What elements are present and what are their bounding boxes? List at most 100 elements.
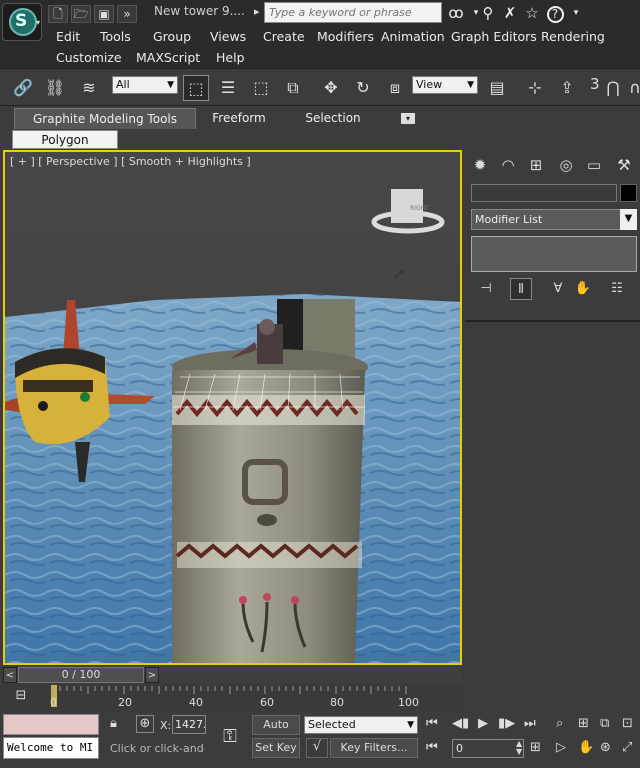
menu-maxscript[interactable]: MAXScript [136, 50, 200, 65]
ribbon-minimize-icon[interactable]: ▾ [401, 113, 415, 124]
menu-customize[interactable]: Customize [56, 50, 122, 65]
auto-key-button[interactable]: Auto Key [252, 715, 300, 749]
binoculars-icon[interactable]: ꝏ [446, 3, 466, 23]
configure-modifier-sets-icon[interactable]: ☷ [606, 278, 628, 300]
modifier-list-dropdown[interactable]: Modifier List [471, 209, 637, 230]
bind-to-space-warp-icon[interactable]: ≋ [76, 75, 102, 101]
select-and-scale-icon[interactable]: ⧈ [382, 75, 408, 101]
save-file-button[interactable]: ▣ [94, 5, 114, 23]
perspective-viewport[interactable]: RIGHT ⤢ [ + ] [ Perspective ] [ Smooth +… [3, 150, 462, 665]
show-end-result-icon[interactable]: ⫴ [510, 278, 532, 300]
zoom-extents-icon[interactable]: ⧉ [600, 716, 609, 731]
set-key-mode-icon[interactable]: ⚿ [212, 726, 248, 747]
current-frame-field[interactable]: 0 [452, 739, 524, 758]
track-bar[interactable]: ⊟ 0 20 40 60 80 100 [0, 684, 463, 712]
maximize-viewport-icon[interactable]: ⤢ [622, 740, 632, 755]
key-mode-toggle-icon[interactable]: ⏮ [426, 740, 438, 755]
expand-arrow-icon[interactable]: ▸ [254, 5, 260, 18]
key-icon[interactable]: ⚲ [478, 3, 498, 23]
key-selection-set-dropdown[interactable]: Selected ▼ [304, 716, 418, 734]
window-crossing-icon[interactable]: ⧉ [280, 75, 306, 101]
search-input[interactable] [264, 2, 442, 23]
maxscript-output[interactable]: Welcome to MI [3, 737, 99, 759]
pin-stack-icon[interactable]: ⊣ [475, 278, 497, 300]
remove-modifier-icon[interactable]: ✋ [572, 278, 594, 300]
menu-views[interactable]: Views [210, 29, 246, 44]
pan-view-icon[interactable]: ✋ [578, 740, 594, 755]
menu-modifiers[interactable]: Modifiers [317, 29, 374, 44]
maxscript-listener-input[interactable] [3, 714, 99, 735]
viewport-label-menu[interactable]: [ + ] [ Perspective ] [ Smooth + Highlig… [10, 155, 251, 168]
menu-create[interactable]: Create [263, 29, 305, 44]
favorites-star-icon[interactable]: ☆ [522, 3, 542, 23]
hierarchy-panel-icon[interactable]: ⊞ [523, 152, 549, 178]
next-frame-button[interactable]: > [145, 667, 159, 683]
menu-edit[interactable]: Edit [56, 29, 80, 44]
orbit-icon[interactable]: ⊛ [600, 740, 611, 755]
time-configuration-icon[interactable]: ⊞ [530, 740, 541, 755]
keyboard-shortcut-override-icon[interactable]: ⇪ [554, 75, 580, 101]
help-icon[interactable]: ? [545, 3, 565, 23]
chevron-down-icon[interactable]: ▼ [620, 209, 637, 230]
tab-graphite-modeling-tools[interactable]: Graphite Modeling Tools [14, 108, 196, 129]
zoom-extents-all-icon[interactable]: ⊡ [622, 716, 633, 731]
reference-coordinate-dropdown[interactable]: View ▼ [412, 76, 478, 94]
utilities-panel-icon[interactable]: ⚒ [611, 152, 637, 178]
open-mini-curve-editor-icon[interactable]: ⊟ [10, 688, 32, 706]
select-and-manipulate-icon[interactable]: ⊹ [522, 75, 548, 101]
set-key-button[interactable]: Set Key [252, 738, 300, 758]
help-dropdown-icon[interactable]: ▾ [566, 3, 586, 23]
menu-rendering[interactable]: Rendering [541, 29, 605, 44]
object-color-swatch[interactable] [620, 184, 637, 202]
next-key-icon[interactable]: ▮▶ [498, 716, 515, 731]
go-to-end-icon[interactable]: ⏭ [524, 716, 536, 731]
tab-freeform[interactable]: Freeform [200, 108, 278, 129]
x-coordinate-field[interactable]: 1427. [172, 715, 206, 734]
open-file-button[interactable]: 🗁 [71, 5, 91, 23]
motion-panel-icon[interactable]: ◎ [553, 152, 579, 178]
absolute-mode-icon[interactable]: ⊕ [136, 715, 154, 733]
create-panel-icon[interactable]: ✹ [467, 152, 493, 178]
make-unique-icon[interactable]: ∀ [547, 278, 569, 300]
time-slider[interactable]: < 0 / 100 > [3, 667, 462, 683]
select-and-link-icon[interactable]: 🔗 [10, 75, 36, 101]
tools-icon[interactable]: ✗ [500, 3, 520, 23]
select-and-rotate-icon[interactable]: ↻ [350, 75, 376, 101]
modify-panel-icon[interactable]: ◠ [495, 152, 521, 178]
time-slider-thumb[interactable]: 0 / 100 [18, 667, 144, 683]
subtab-polygon-modeling[interactable]: Polygon Modeling [12, 130, 118, 165]
menu-group[interactable]: Group [153, 29, 191, 44]
quick-access-more-button[interactable]: » [117, 5, 137, 23]
tick-label-20: 20 [118, 696, 132, 708]
zoom-icon[interactable]: ⌕ [556, 716, 563, 731]
tab-selection[interactable]: Selection [292, 108, 374, 129]
selection-filter-dropdown[interactable]: All ▼ [112, 76, 178, 94]
lock-icon[interactable]: 🔒︎ [110, 716, 117, 731]
select-object-icon[interactable]: ⬚ [183, 75, 209, 101]
display-panel-icon[interactable]: ▭ [581, 152, 607, 178]
angle-snap-icon[interactable]: ∩ [622, 75, 640, 101]
rectangular-selection-icon[interactable]: ⬚ [248, 75, 274, 101]
menu-help[interactable]: Help [216, 50, 245, 65]
modifier-stack[interactable] [471, 236, 637, 272]
pivot-center-icon[interactable]: ▤ [484, 75, 510, 101]
menu-animation[interactable]: Animation [381, 29, 445, 44]
select-by-name-icon[interactable]: ☰ [215, 75, 241, 101]
frame-spinner-icon[interactable]: ▲ ▼ [516, 740, 522, 756]
key-tangent-icon[interactable]: √ [306, 738, 328, 758]
object-name-field[interactable] [471, 184, 617, 202]
play-icon[interactable]: ▶ [478, 716, 488, 731]
zoom-all-icon[interactable]: ⊞ [578, 716, 589, 731]
menu-tools[interactable]: Tools [100, 29, 131, 44]
snap-toggle-label[interactable]: 3 [590, 75, 600, 93]
new-file-button[interactable]: 🗋 [48, 5, 68, 23]
unlink-selection-icon[interactable]: ⛓ [42, 75, 68, 101]
field-of-view-icon[interactable]: ▷ [556, 740, 566, 755]
select-and-move-icon[interactable]: ✥ [318, 75, 344, 101]
go-to-start-icon[interactable]: ⏮ [426, 716, 438, 731]
key-filters-button[interactable]: Key Filters... [330, 738, 418, 758]
previous-frame-button[interactable]: < [3, 667, 17, 683]
menu-graph-editors[interactable]: Graph Editors [451, 29, 537, 44]
application-button[interactable]: S ▾ [2, 3, 42, 41]
previous-key-icon[interactable]: ◀▮ [452, 716, 469, 731]
